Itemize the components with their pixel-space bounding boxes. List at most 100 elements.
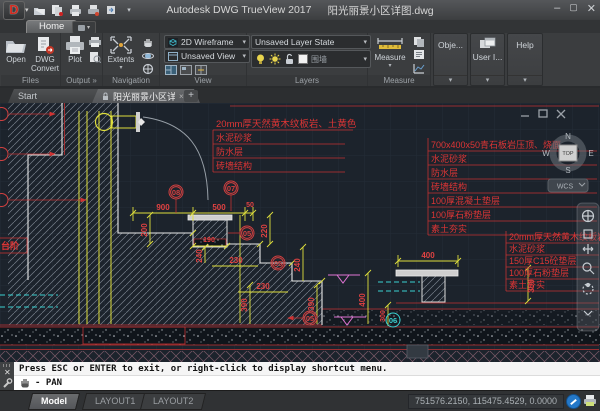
svg-text:390: 390: [240, 298, 249, 312]
navbar-steering-wheel-icon[interactable]: [583, 211, 594, 222]
window-controls: – ▢ ✕: [554, 2, 596, 15]
named-view-combo[interactable]: Unsaved View ▾: [164, 49, 250, 63]
open-button[interactable]: Open: [3, 35, 29, 64]
viewcube-north[interactable]: N: [565, 132, 571, 141]
output-dialog-launcher-icon[interactable]: »: [92, 76, 96, 85]
tab-home[interactable]: Home: [26, 20, 77, 34]
navigation-bar: [577, 203, 599, 331]
maximize-icon[interactable]: ▢: [569, 2, 578, 15]
dwg-trueview-window: D ▾ ▾ Autodesk DWG TrueView 2017 阳光丽景小区详…: [0, 0, 600, 411]
layer-freeze-icon: [269, 53, 281, 65]
svg-text:WCS: WCS: [557, 184, 574, 191]
batch-plot-small-icon[interactable]: [88, 36, 101, 48]
svg-text:500: 500: [212, 203, 226, 212]
svg-text:240: 240: [293, 258, 302, 272]
annotation-monitor-icon[interactable]: [566, 394, 581, 409]
drawing-lock-icon: [102, 92, 109, 101]
svg-text:砖墙结构: 砖墙结构: [216, 160, 252, 171]
pan-tool-icon[interactable]: [141, 36, 154, 48]
user-interface-icon: [479, 37, 496, 50]
ribbon-options-icon: [78, 25, 85, 31]
dwg-convert-button[interactable]: DWG Convert: [31, 35, 59, 73]
extents-button[interactable]: Extents ▾: [105, 35, 137, 71]
measure-icon: [375, 35, 405, 53]
svg-text:220: 220: [260, 224, 269, 238]
layer-lock-icon: [284, 53, 295, 65]
plot-status-icon[interactable]: [583, 394, 597, 407]
svg-text:900: 900: [156, 203, 170, 212]
minimize-icon[interactable]: –: [554, 2, 560, 15]
ribbon: Open DWG Convert Files Plot Output »: [0, 33, 600, 88]
svg-text:07: 07: [227, 184, 235, 193]
point-coordinates-icon[interactable]: [412, 62, 425, 74]
panel-objects-collapsed[interactable]: Obje... ▾: [433, 33, 468, 86]
svg-text:230: 230: [229, 256, 243, 265]
dwg-convert-big-icon: [35, 35, 55, 55]
group-label-navigation: Navigation: [103, 75, 159, 86]
svg-text:防水层: 防水层: [216, 146, 243, 157]
extents-flyout-icon[interactable]: ▾: [119, 64, 122, 71]
tab-model[interactable]: Model: [28, 393, 80, 410]
svg-text:砖墙结构: 砖墙结构: [431, 181, 467, 192]
app-logo[interactable]: D: [3, 1, 25, 20]
panel-user-interface-collapsed[interactable]: User I... ▾: [470, 33, 505, 86]
steering-wheel-icon[interactable]: [141, 63, 154, 75]
plot-big-icon: [64, 35, 86, 55]
plot-button[interactable]: Plot: [63, 35, 87, 64]
file-tab-bar: Start 阳光丽景小区详图 × +: [0, 88, 600, 103]
open-icon[interactable]: [32, 3, 46, 17]
quick-select-icon[interactable]: [412, 35, 425, 47]
measure-button[interactable]: Measure ▾: [372, 35, 408, 69]
tab-layout2[interactable]: LAYOUT2: [140, 393, 207, 410]
command-input-line[interactable]: - PAN: [14, 376, 600, 390]
preview-small-icon[interactable]: [88, 51, 101, 63]
document-title: 阳光丽景小区详图.dwg: [327, 3, 433, 18]
layer-combo[interactable]: 围墙 ▾: [251, 50, 371, 68]
svg-text:05: 05: [274, 259, 282, 268]
svg-text:50: 50: [246, 202, 254, 209]
list-icon[interactable]: [412, 48, 425, 60]
svg-text:400: 400: [421, 251, 435, 260]
tab-close-icon[interactable]: ×: [179, 92, 184, 101]
command-close-icon[interactable]: ✕: [4, 368, 11, 377]
svg-text:400: 400: [358, 293, 367, 307]
batch-plot-icon[interactable]: [86, 3, 100, 17]
new-tab-button[interactable]: +: [184, 90, 198, 102]
tab-layout1[interactable]: LAYOUT1: [82, 393, 149, 410]
layer-state-combo[interactable]: Unsaved Layer State ▾: [251, 35, 371, 49]
command-prompt-line[interactable]: Press ESC or ENTER to exit, or right-cli…: [14, 362, 600, 376]
viewcube-east[interactable]: E: [588, 149, 593, 158]
close-icon[interactable]: ✕: [587, 2, 596, 15]
help-expand-icon[interactable]: ▾: [508, 75, 542, 84]
svg-text:08: 08: [172, 188, 180, 197]
dwg-convert-icon[interactable]: [50, 3, 64, 17]
command-window-grip[interactable]: ✕: [0, 362, 15, 390]
qat-customize-icon[interactable]: ▾: [122, 3, 136, 17]
objects-expand-icon[interactable]: ▾: [434, 75, 467, 84]
viewcube-west[interactable]: W: [542, 149, 550, 158]
viewcube-south[interactable]: S: [565, 166, 570, 175]
panel-help-collapsed[interactable]: Help ▾: [507, 33, 543, 86]
group-label-view: View: [160, 75, 246, 86]
svg-text:100厚石粉垫层: 100厚石粉垫层: [509, 267, 569, 278]
svg-text:TOP: TOP: [562, 151, 574, 157]
visual-style-combo[interactable]: 2D Wireframe ▾: [164, 35, 250, 49]
measure-flyout-icon[interactable]: ▾: [388, 62, 391, 69]
app-menu-caret-icon[interactable]: ▾: [25, 6, 29, 14]
orbit-tool-icon[interactable]: [141, 50, 154, 62]
panel-measure: Measure ▾ Measure: [368, 33, 431, 86]
svg-text:390: 390: [307, 297, 316, 311]
svg-text:240: 240: [195, 249, 204, 263]
svg-text:台阶: 台阶: [1, 240, 20, 251]
plot-icon[interactable]: [68, 3, 82, 17]
svg-text:素土夯实: 素土夯实: [431, 223, 467, 234]
svg-text:100厚混凝土垫层: 100厚混凝土垫层: [431, 195, 500, 206]
command-customize-icon[interactable]: [2, 378, 13, 389]
svg-text:素土夯实: 素土夯实: [509, 279, 545, 290]
svg-text:防水层: 防水层: [431, 167, 458, 178]
publish-icon[interactable]: [104, 3, 118, 17]
drawing-canvas[interactable]: 900 500 50 200 190 220 240 230 240 230 3…: [0, 103, 600, 362]
user-interface-expand-icon[interactable]: ▾: [471, 75, 504, 84]
ribbon-tab-row: Home ▾: [0, 20, 600, 33]
wcs-menu[interactable]: WCS: [548, 179, 588, 192]
